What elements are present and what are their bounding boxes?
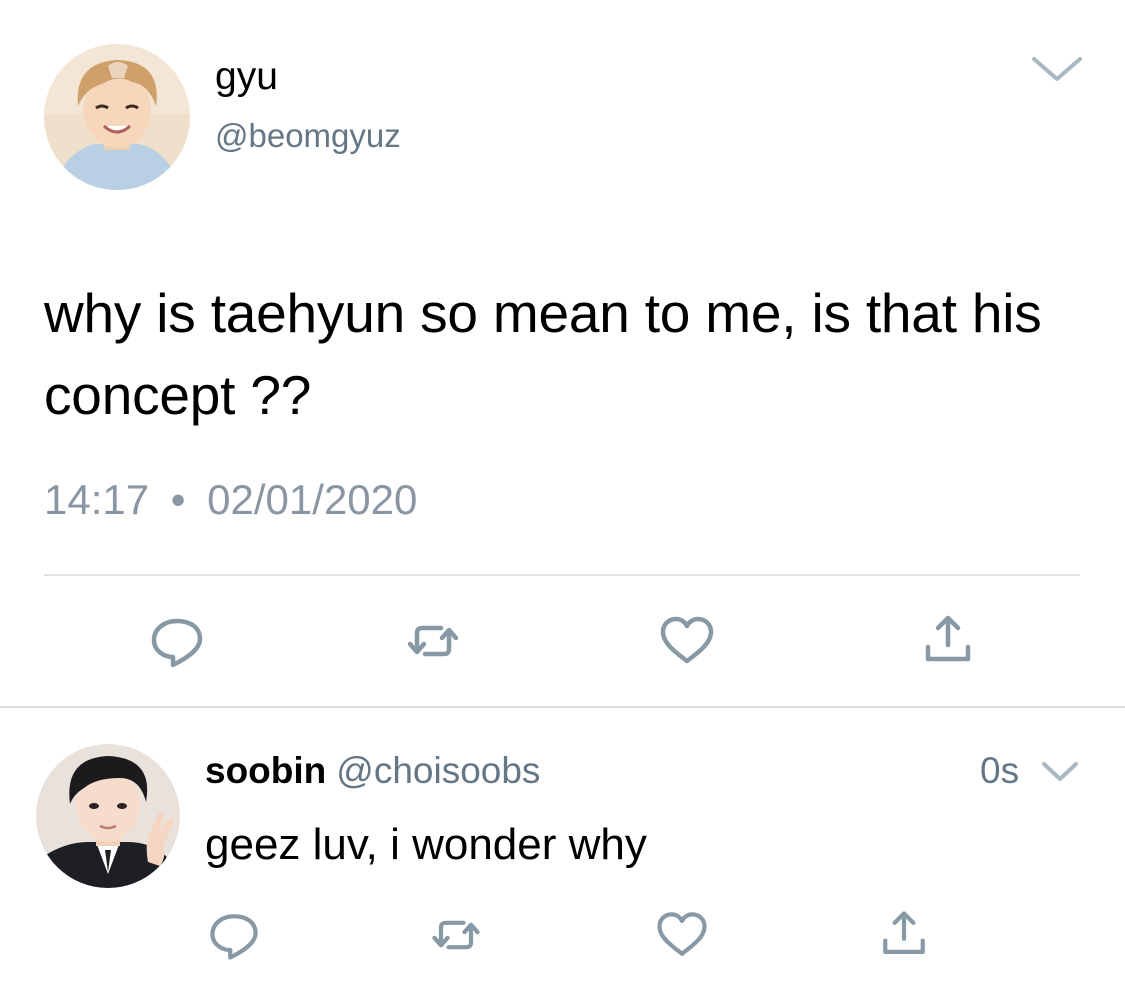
reply-author-avatar[interactable] [36, 744, 180, 888]
share-icon [925, 615, 971, 662]
reply-author-name[interactable]: soobin [205, 750, 326, 791]
author-avatar[interactable] [44, 44, 190, 190]
section-divider [0, 706, 1125, 708]
reply-button[interactable] [145, 609, 209, 673]
avatar-photo [44, 44, 190, 190]
reply-icon [210, 914, 258, 960]
retweet-button[interactable] [426, 905, 486, 965]
author-handle[interactable]: @beomgyuz [215, 116, 401, 156]
retweet-icon [432, 920, 480, 950]
reply-button[interactable] [204, 905, 264, 965]
retweet-button[interactable] [401, 609, 465, 673]
meta-separator: • [170, 476, 186, 523]
tweet-timestamp[interactable]: 14:17 • 02/01/2020 [44, 474, 417, 526]
like-button[interactable] [655, 609, 719, 673]
share-button[interactable] [916, 609, 980, 673]
reply-text: geez luv, i wonder why [205, 820, 647, 869]
heart-icon [657, 912, 707, 956]
tweet-text: why is taehyun so mean to me, is that hi… [44, 282, 1042, 426]
chevron-down-icon[interactable] [1030, 54, 1084, 84]
reply-icon [151, 618, 203, 668]
share-button[interactable] [874, 905, 934, 965]
like-button[interactable] [652, 905, 712, 965]
divider [44, 574, 1080, 576]
chevron-down-icon[interactable] [1040, 760, 1080, 784]
tweet-time: 14:17 [44, 476, 150, 523]
avatar-photo [36, 744, 180, 888]
reply-timestamp[interactable]: 0s [980, 748, 1019, 794]
author-name[interactable]: gyu [215, 54, 278, 100]
retweet-icon [407, 625, 459, 657]
reply-author-handle[interactable]: @choisoobs [336, 750, 540, 791]
reply-header: soobin @choisoobs [205, 748, 540, 794]
tweet-date: 02/01/2020 [207, 476, 418, 523]
heart-icon [660, 616, 714, 664]
share-icon [883, 911, 925, 954]
